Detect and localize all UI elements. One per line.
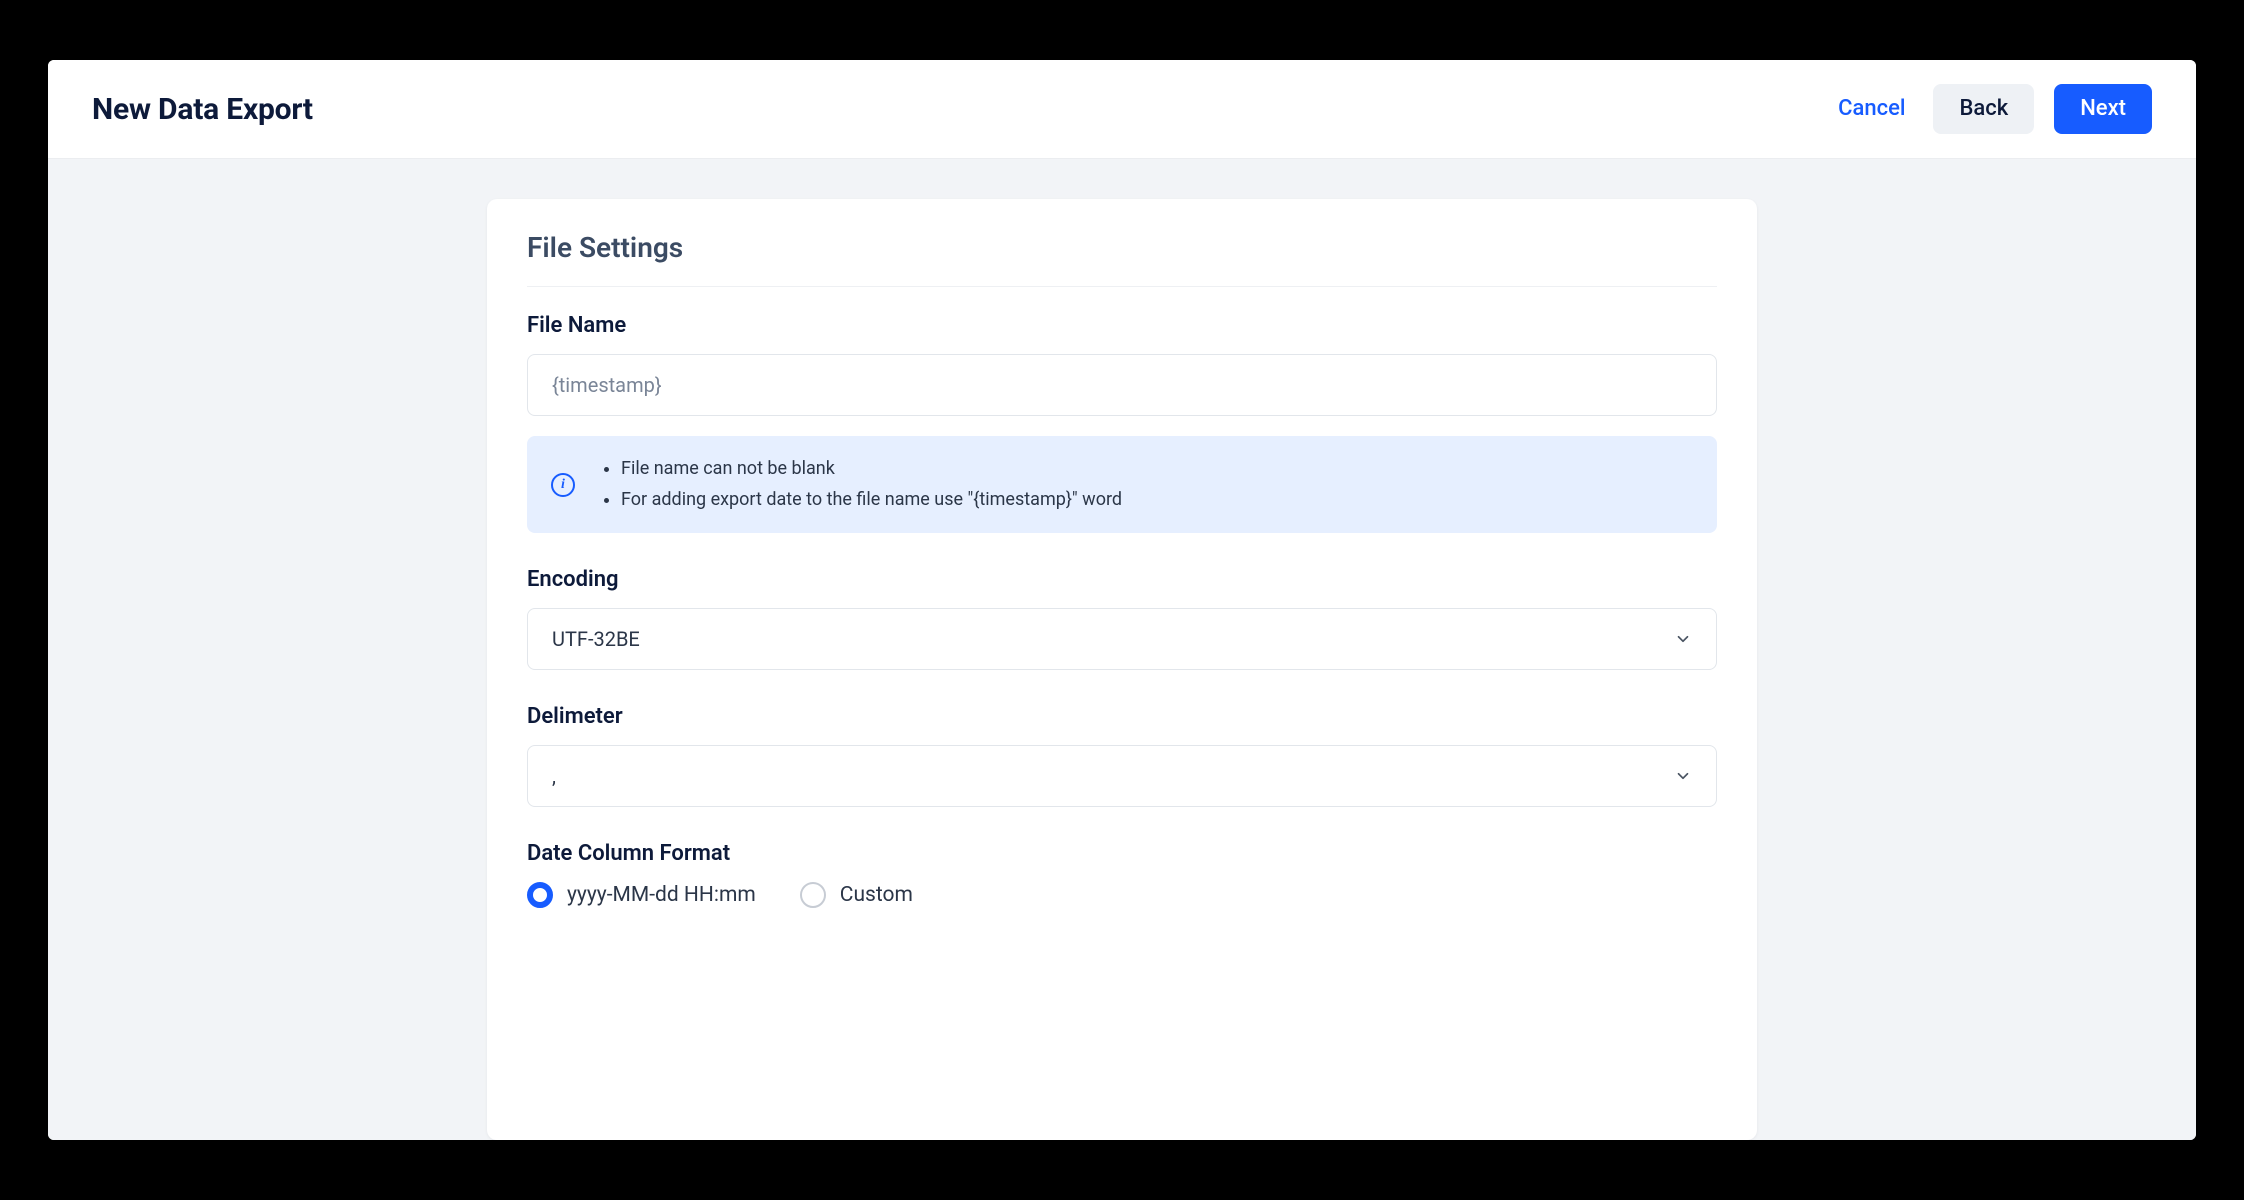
chevron-down-icon [1674, 630, 1692, 648]
page-header: New Data Export Cancel Back Next [48, 60, 2196, 159]
delimeter-select-display[interactable]: , [527, 745, 1717, 807]
file-name-input[interactable] [527, 354, 1717, 416]
file-name-info-banner: i File name can not be blank For adding … [527, 436, 1717, 533]
next-button[interactable]: Next [2054, 84, 2152, 134]
file-name-group: File Name i File name can not be blank F… [527, 313, 1717, 533]
info-line-2: For adding export date to the file name … [621, 485, 1122, 516]
date-format-label: Date Column Format [527, 841, 1717, 866]
delimeter-label: Delimeter [527, 704, 1717, 729]
date-format-default-radio[interactable]: yyyy-MM-dd HH:mm [527, 882, 756, 908]
cancel-button[interactable]: Cancel [1830, 84, 1913, 134]
info-icon: i [551, 473, 575, 497]
encoding-select-display[interactable]: UTF-32BE [527, 608, 1717, 670]
info-line-1: File name can not be blank [621, 454, 1122, 485]
file-name-info-list: File name can not be blank For adding ex… [597, 454, 1122, 515]
delimeter-group: Delimeter , [527, 704, 1717, 807]
back-button[interactable]: Back [1933, 84, 2034, 134]
content-area: File Settings File Name i File name can … [48, 159, 2196, 1140]
header-actions: Cancel Back Next [1830, 84, 2152, 134]
delimeter-select[interactable]: , [527, 745, 1717, 807]
date-format-radio-row: yyyy-MM-dd HH:mm Custom [527, 882, 1717, 908]
encoding-select[interactable]: UTF-32BE [527, 608, 1717, 670]
card-title: File Settings [527, 231, 1717, 287]
encoding-value: UTF-32BE [552, 627, 640, 651]
radio-icon [527, 882, 553, 908]
date-format-default-label: yyyy-MM-dd HH:mm [567, 883, 756, 907]
radio-icon [800, 882, 826, 908]
delimeter-value: , [552, 764, 556, 788]
encoding-group: Encoding UTF-32BE [527, 567, 1717, 670]
encoding-label: Encoding [527, 567, 1717, 592]
page-title: New Data Export [92, 92, 313, 127]
app-window: New Data Export Cancel Back Next File Se… [48, 60, 2196, 1140]
file-name-label: File Name [527, 313, 1717, 338]
date-format-custom-radio[interactable]: Custom [800, 882, 913, 908]
date-format-custom-label: Custom [840, 883, 913, 907]
date-format-group: Date Column Format yyyy-MM-dd HH:mm Cust… [527, 841, 1717, 908]
chevron-down-icon [1674, 767, 1692, 785]
file-settings-card: File Settings File Name i File name can … [487, 199, 1757, 1140]
